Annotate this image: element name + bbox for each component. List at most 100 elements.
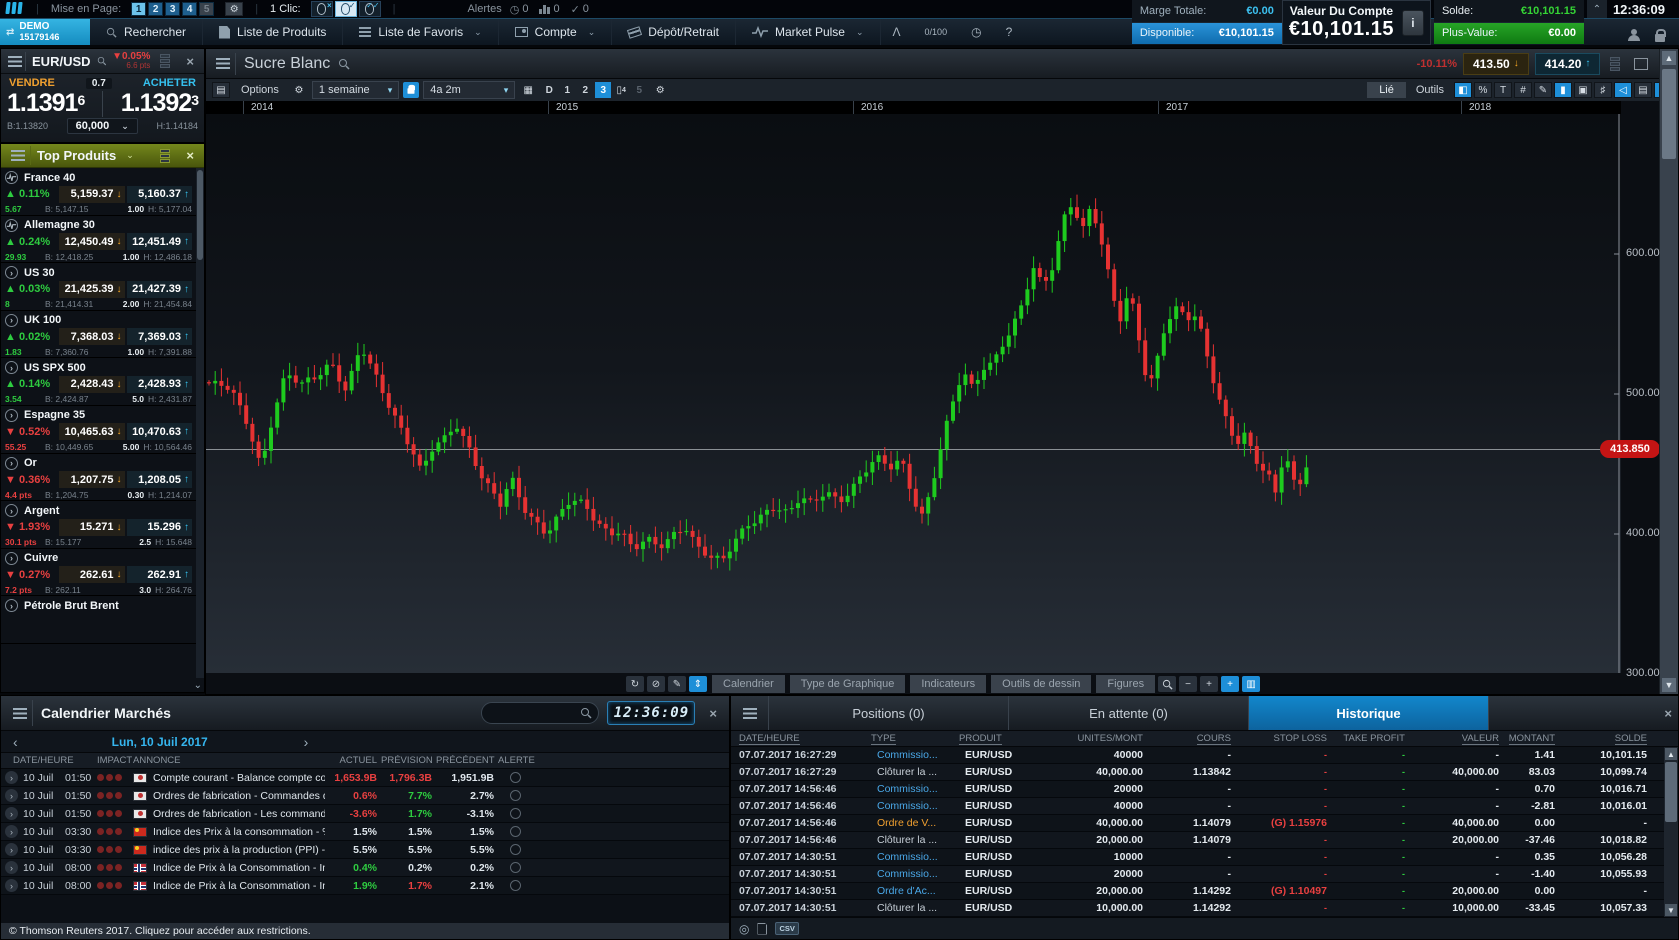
account-badge[interactable]: ⇄ DEMO15179146 [0,19,90,45]
period-select[interactable]: 1 semaine▾ [312,81,399,99]
panel-menu-button[interactable] [5,146,31,165]
nav-item-d-p-t-retrait[interactable]: Dépôt/Retrait [612,19,736,45]
buy-price-button[interactable]: 1,208.05↑ [127,471,193,488]
column-header[interactable]: DATE/HEURE [731,733,871,744]
layout-page-4[interactable]: 4 [182,2,197,16]
alarm-clock-icon[interactable]: ◷0 [510,3,535,16]
chart-plot-area[interactable] [206,114,1621,673]
column-header[interactable]: TAKE PROFIT [1333,733,1411,744]
panel-menu-button[interactable] [5,52,26,71]
alert-toggle[interactable] [510,808,521,819]
nav-item-compte[interactable]: Compte⌄ [499,19,613,45]
alert-toggle[interactable] [510,844,521,855]
buy-price-button[interactable]: 15.296↑ [127,519,193,536]
chart-menu-outils-de-dessin[interactable]: Outils de dessin [991,675,1091,693]
column-header[interactable]: PRÉCÉDENT [436,755,498,766]
zoom-icon[interactable] [1158,676,1176,692]
print-icon[interactable]: ▤ [1634,82,1652,98]
column-header[interactable]: STOP LOSS [1237,733,1333,744]
document-icon[interactable] [757,923,767,935]
percent-100-icon[interactable]: 0/100 [913,19,960,45]
nav-item-rechercher[interactable]: Rechercher [90,19,203,45]
auto-scale-icon[interactable]: ▥ [1242,676,1260,692]
pencil-icon[interactable]: ✎ [668,676,686,692]
drafting-tools-icon[interactable]: Λ [881,19,913,45]
close-panel-button[interactable]: × [703,706,723,721]
calendar-row[interactable]: ›10 Juil08:00Indice de Prix à la Consomm… [1,859,729,877]
column-header[interactable]: ALERTE [498,755,534,766]
transaction-type[interactable]: Ordre de V... [871,817,959,829]
chevron-right-icon[interactable]: › [5,771,18,784]
refresh-icon[interactable]: ↻ [626,676,644,692]
tab-historique[interactable]: Historique [1249,696,1489,730]
chart-period-1[interactable]: 1 [559,82,575,98]
chart-alert-icon[interactable]: 0 [539,3,565,15]
restore-window-icon[interactable] [1634,58,1648,70]
chart-period-D[interactable]: D [541,82,557,98]
lock-range-icon[interactable] [403,82,419,98]
zoom-out-icon[interactable]: − [1179,676,1197,692]
buy-price-button[interactable]: 10,470.63↑ [127,423,193,440]
product-name-row[interactable]: ›Cuivre [5,551,192,566]
history-row[interactable]: 07.07.2017 14:56:46Clôturer la ...EUR/US… [731,832,1664,849]
history-row[interactable]: 07.07.2017 14:56:46Ordre de V...EUR/USD4… [731,815,1664,832]
product-name-row[interactable]: ›Pétrole Brut Brent [5,598,192,613]
lock-icon[interactable] [1655,34,1665,42]
scrollbar[interactable] [196,168,204,678]
sell-price-button[interactable]: 1.13916 [7,89,84,118]
chart-menu-indicateurs[interactable]: Indicateurs [910,675,986,693]
range-select[interactable]: 4a 2m▾ [423,81,515,99]
product-name-row[interactable]: ›US 30 [5,265,192,280]
tab-en-attente-[interactable]: En attente (0) [1009,696,1249,730]
column-header[interactable]: PRODUIT [959,733,1045,744]
close-panel-button[interactable]: × [1658,706,1678,721]
transaction-type[interactable]: Ordre d'Ac... [871,885,959,897]
product-name-row[interactable]: ›Espagne 35 [5,408,192,423]
panel-menu-button[interactable] [731,696,769,730]
close-panel-button[interactable]: × [180,148,200,163]
search-icon[interactable] [97,55,107,67]
options-button[interactable]: Options [234,82,286,98]
chart-buy-button[interactable]: 414.20↑ [1535,53,1601,75]
transaction-type[interactable]: Commissio... [871,868,959,880]
sell-price-button[interactable]: 21,425.39↓ [59,281,125,298]
mouse-x-icon[interactable]: × [311,1,333,17]
sell-price-button[interactable]: 10,465.63↓ [59,423,125,440]
layout-page-1[interactable]: 1 [131,2,146,16]
tab-positions-[interactable]: Positions (0) [769,696,1009,730]
draw-grid-icon[interactable]: ✎ [1534,82,1552,98]
buy-price-button[interactable]: 262.91↑ [127,566,193,583]
scroll-down-icon[interactable]: ⌄ [194,680,202,691]
column-header[interactable]: IMPACT [97,755,133,766]
chart-menu-type-de-graphique[interactable]: Type de Graphique [790,675,906,693]
calendar-row[interactable]: ›10 Juil03:30indice des prix à la produc… [1,841,729,859]
gear-icon[interactable]: ⚙ [290,82,308,98]
prev-day-button[interactable]: ‹ [1,734,30,750]
history-row[interactable]: 07.07.2017 16:27:29Clôturer la ...EUR/US… [731,764,1664,781]
chart-sell-button[interactable]: 413.50↓ [1463,53,1529,75]
help-icon[interactable]: ? [994,19,1025,45]
chevron-down-icon[interactable]: ⌄ [126,150,134,161]
buy-price-button[interactable]: 5,160.37↑ [127,186,193,203]
chart-period-3[interactable]: 3 [595,82,611,98]
nav-item-liste-de-favoris[interactable]: Liste de Favoris⌄ [343,19,498,45]
buy-price-button[interactable]: 1.13923 [121,89,198,118]
chart-period-2[interactable]: 2 [577,82,593,98]
sell-price-button[interactable]: 15.271↓ [59,519,125,536]
zoom-in-icon[interactable]: + [1200,676,1218,692]
order-check-icon[interactable]: ✓0 [571,3,595,16]
chevron-right-icon[interactable]: › [5,789,18,802]
pointer-icon[interactable]: ◁ [1614,82,1632,98]
chevron-right-icon[interactable]: › [5,843,18,856]
panel-menu-button[interactable] [210,53,236,75]
column-header[interactable]: SOLDE [1561,733,1653,744]
alert-toggle[interactable] [510,790,521,801]
history-row[interactable]: 07.07.2017 14:30:51Commissio...EUR/USD10… [731,849,1664,866]
history-row[interactable]: 07.07.2017 14:30:51Commissio...EUR/USD20… [731,866,1664,883]
history-row[interactable]: 07.07.2017 14:56:46Commissio...EUR/USD40… [731,798,1664,815]
text-size-icon[interactable]: T [1494,82,1512,98]
product-name-row[interactable]: ›Argent [5,503,192,518]
calendar-row[interactable]: ›10 Juil08:00Indice de Prix à la Consomm… [1,877,729,895]
chart-menu-figures[interactable]: Figures [1096,675,1155,693]
next-day-button[interactable]: › [292,734,321,750]
